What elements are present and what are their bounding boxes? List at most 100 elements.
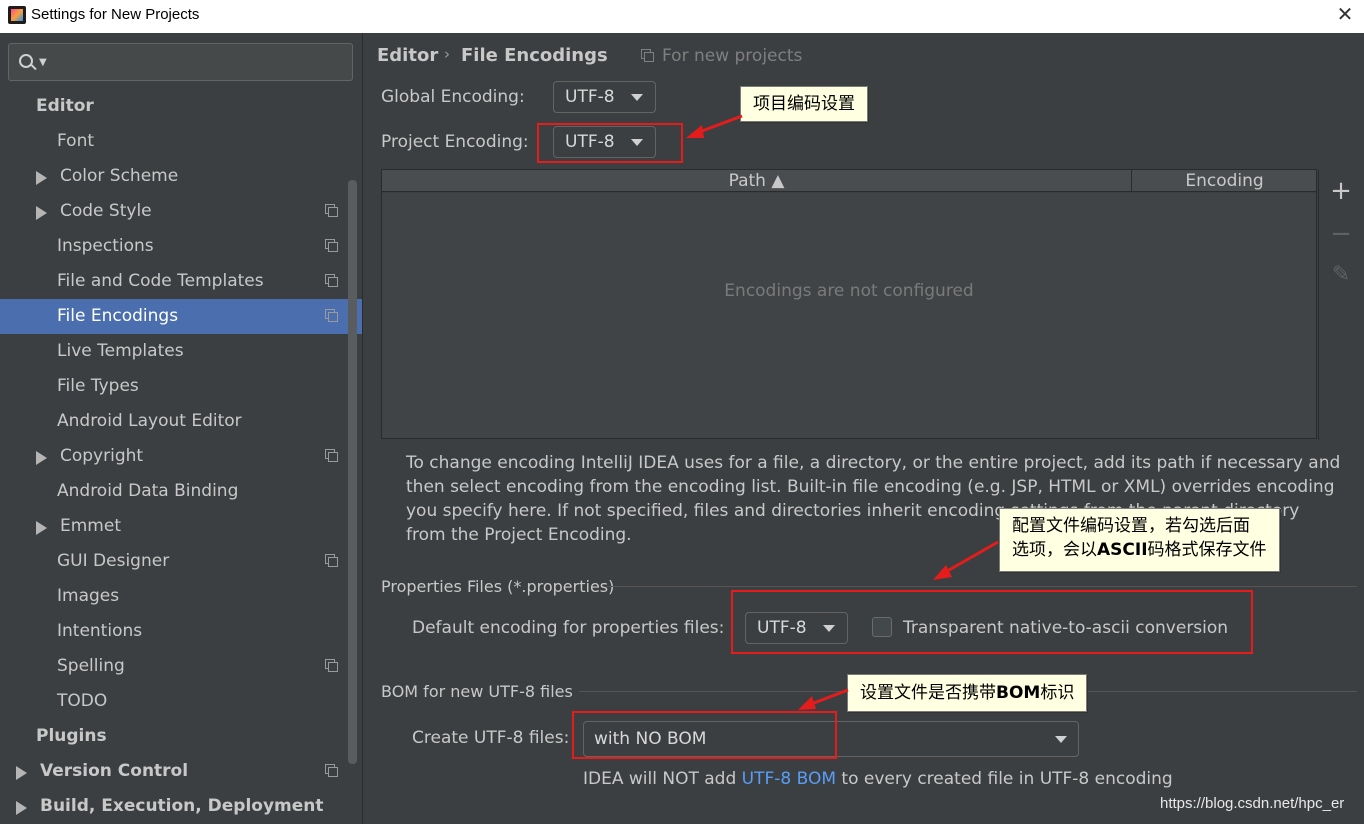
chevron-right-icon[interactable] — [36, 206, 47, 220]
annotation-box-properties — [731, 590, 1253, 654]
sidebar-item-label: Intentions — [57, 621, 143, 641]
path-encoding-table: Path ▲ Encoding Encodings are not config… — [381, 169, 1364, 440]
global-encoding-select[interactable]: UTF-8 — [553, 81, 656, 113]
chevron-right-icon[interactable] — [36, 521, 47, 535]
sidebar-item-plugins[interactable]: Plugins — [0, 719, 362, 754]
intellij-app-icon — [8, 6, 26, 24]
annotation-callout-properties: 配置文件编码设置，若勾选后面 选项，会以ASCII码格式保存文件 — [999, 508, 1280, 572]
sidebar-item-label: Font — [57, 131, 95, 151]
sidebar-item-label: GUI Designer — [57, 551, 170, 571]
bom-label: Create UTF-8 files: — [412, 728, 570, 748]
sidebar-item-inspections[interactable]: Inspections — [0, 229, 362, 264]
table-body[interactable]: Encodings are not configured — [382, 193, 1316, 438]
sidebar-item-font[interactable]: Font — [0, 124, 362, 159]
add-icon[interactable]: + — [1329, 178, 1353, 204]
sidebar-item-label: File and Code Templates — [57, 271, 264, 291]
close-icon[interactable]: ✕ — [1334, 2, 1356, 28]
chevron-right-icon[interactable] — [36, 451, 47, 465]
project-scope-icon — [325, 239, 339, 253]
project-scope-icon — [325, 309, 339, 323]
project-scope-icon — [325, 554, 339, 568]
chevron-down-icon — [631, 94, 643, 101]
project-scope-icon — [325, 659, 339, 673]
utf8-bom-link[interactable]: UTF-8 BOM — [742, 769, 836, 789]
chevron-right-icon[interactable] — [16, 801, 27, 815]
bom-section-title: BOM for new UTF-8 files — [381, 682, 573, 701]
sidebar-item-color-scheme[interactable]: Color Scheme — [0, 159, 362, 194]
annotation-box-bom — [572, 711, 837, 759]
search-icon[interactable]: ▼ — [19, 52, 49, 74]
annotation-box-project-encoding — [537, 123, 683, 163]
sidebar-item-label: Editor — [36, 96, 94, 116]
table-header: Path ▲ Encoding — [382, 170, 1316, 192]
annotation-arrow-project-encoding — [686, 114, 743, 138]
sidebar-item-label: TODO — [57, 691, 108, 711]
encoding-column-header[interactable]: Encoding — [1133, 170, 1316, 192]
path-column-header[interactable]: Path ▲ — [382, 170, 1132, 192]
settings-search[interactable]: ▼ — [8, 43, 353, 81]
search-input[interactable] — [53, 44, 343, 80]
sidebar-item-label: Emmet — [60, 516, 121, 536]
sidebar-item-label: Plugins — [36, 726, 107, 746]
sidebar-item-label: Images — [57, 586, 120, 606]
chevron-right-icon[interactable] — [36, 171, 47, 185]
annotation-callout-project-encoding: 项目编码设置 — [740, 86, 868, 122]
sidebar-item-code-style[interactable]: Code Style — [0, 194, 362, 229]
sidebar-item-spelling[interactable]: Spelling — [0, 649, 362, 684]
table-empty-text: Encodings are not configured — [724, 281, 974, 301]
sidebar-item-label: File Encodings — [57, 306, 179, 326]
sidebar-item-file-types[interactable]: File Types — [0, 369, 362, 404]
sidebar-item-label: Live Templates — [57, 341, 184, 361]
properties-section-title: Properties Files (*.properties) — [381, 577, 615, 596]
chevron-down-icon — [1055, 736, 1067, 743]
sidebar-item-live-templates[interactable]: Live Templates — [0, 334, 362, 369]
table-toolbar: + − ✎ — [1318, 170, 1364, 440]
properties-divider — [607, 586, 1357, 587]
sidebar-item-images[interactable]: Images — [0, 579, 362, 614]
sidebar-item-todo[interactable]: TODO — [0, 684, 362, 719]
project-scope-icon — [325, 274, 339, 288]
page-title: File Encodings — [461, 45, 608, 66]
sidebar-item-label: File Types — [57, 376, 139, 396]
breadcrumb-separator: › — [444, 45, 450, 63]
remove-icon[interactable]: − — [1329, 221, 1353, 247]
sidebar-item-label: Code Style — [60, 201, 152, 221]
sidebar-item-label: Spelling — [57, 656, 125, 676]
sidebar-scrollbar[interactable] — [348, 180, 357, 764]
project-scope-icon — [641, 49, 655, 63]
window-title: Settings for New Projects — [31, 6, 200, 23]
annotation-callout-bom: 设置文件是否携带BOM标识 — [847, 674, 1088, 712]
sidebar-item-copyright[interactable]: Copyright — [0, 439, 362, 474]
sidebar-item-label: Inspections — [57, 236, 154, 256]
sidebar-item-intentions[interactable]: Intentions — [0, 614, 362, 649]
project-scope-icon — [325, 764, 339, 778]
sidebar-item-android-data-binding[interactable]: Android Data Binding — [0, 474, 362, 509]
sidebar-item-label: Copyright — [60, 446, 144, 466]
sidebar-item-label: Build, Execution, Deployment — [40, 796, 324, 816]
sidebar-item-label: Android Data Binding — [57, 481, 239, 501]
watermark: https://blog.csdn.net/hpc_er — [1160, 795, 1345, 812]
sidebar-item-version-control[interactable]: Version Control — [0, 754, 362, 789]
sidebar-item-file-encodings[interactable]: File Encodings — [0, 299, 362, 334]
sidebar-item-emmet[interactable]: Emmet — [0, 509, 362, 544]
sidebar-item-gui-designer[interactable]: GUI Designer — [0, 544, 362, 579]
project-scope-icon — [325, 449, 339, 463]
sidebar-item-android-layout-editor[interactable]: Android Layout Editor — [0, 404, 362, 439]
sidebar-item-label: Android Layout Editor — [57, 411, 242, 431]
sidebar-item-build-execution-deployment[interactable]: Build, Execution, Deployment — [0, 789, 362, 824]
project-scope-icon — [325, 204, 339, 218]
chevron-right-icon[interactable] — [16, 766, 27, 780]
edit-icon[interactable]: ✎ — [1329, 263, 1353, 287]
settings-sidebar: ▼ Editor Font Color Scheme Code Style Inspec… — [0, 33, 363, 824]
properties-encoding-label: Default encoding for properties files: — [412, 618, 725, 638]
sidebar-item-label: Version Control — [40, 761, 189, 781]
window-titlebar: Settings for New Projects ✕ — [0, 0, 1364, 33]
annotation-arrow-bom — [798, 688, 849, 710]
bom-hint: IDEA will NOT add UTF-8 BOM to every cre… — [583, 769, 1173, 789]
sidebar-item-editor[interactable]: Editor — [0, 89, 362, 124]
sidebar-item-label: Color Scheme — [60, 166, 179, 186]
sidebar-item-file-and-code-templates[interactable]: File and Code Templates — [0, 264, 362, 299]
project-encoding-label: Project Encoding: — [381, 132, 529, 152]
annotation-arrow-properties — [933, 540, 999, 580]
breadcrumb-root[interactable]: Editor — [377, 45, 438, 66]
